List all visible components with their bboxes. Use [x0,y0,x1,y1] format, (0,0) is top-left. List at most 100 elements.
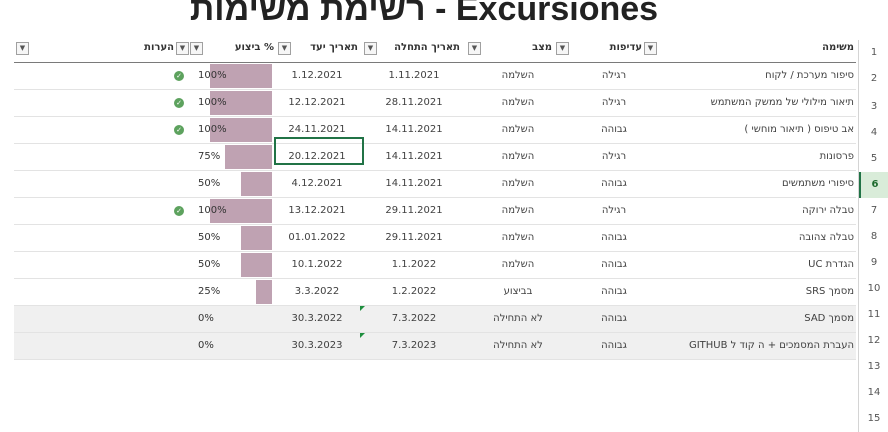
percent-value[interactable]: 0% [198,333,214,359]
task-cell[interactable]: סיפורי משתמשים [660,171,854,197]
status-cell[interactable]: השלמה [468,117,568,143]
start-date-cell[interactable]: 14.11.2021 [360,117,468,143]
table-row[interactable]: ✓ 100% 24.11.2021 14.11.2021 השלמה גבוהה… [14,117,856,144]
priority-filter-dropdown-2[interactable]: ▼ [644,42,657,55]
notes-filter-dropdown[interactable]: ▼ [16,42,29,55]
due-date-cell[interactable]: 30.3.2023 [274,333,360,359]
due-date-cell[interactable]: 13.12.2021 [274,198,360,224]
priority-cell[interactable]: רגילה [568,90,660,116]
priority-cell[interactable]: רגילה [568,144,660,170]
percent-value[interactable]: 100% [198,117,227,143]
percent-value[interactable]: 100% [198,63,227,89]
table-row[interactable]: 75% 20.12.2021 14.11.2021 השלמה רגילה פר… [14,144,856,171]
priority-cell[interactable]: גבוהה [568,117,660,143]
task-cell[interactable]: הגדרת UC [660,252,854,278]
table-row[interactable]: 0% 30.3.2022 7.3.2022 לא התחילה גבוהה מס… [14,306,856,333]
selected-cell[interactable] [274,137,364,165]
percent-value[interactable]: 100% [198,90,227,116]
start-date-cell[interactable]: 28.11.2021 [360,90,468,116]
start-date-cell[interactable]: 29.11.2021 [360,225,468,251]
status-filter-dropdown[interactable]: ▼ [468,42,481,55]
status-cell[interactable]: בביצוע [468,279,568,305]
percent-value[interactable]: 75% [198,144,220,170]
task-cell[interactable]: אב טיפוס ( תיאור מוחשי ) [660,117,854,143]
percent-value[interactable]: 25% [198,279,220,305]
start-date-cell[interactable]: 7.3.2023 [360,333,468,359]
row-number[interactable]: 12 [859,328,888,354]
row-number[interactable]: 2 [859,66,888,94]
row-number[interactable]: 10 [859,276,888,302]
table-row[interactable]: 25% 3.3.2022 1.2.2022 בביצוע גבוהה מסמך … [14,279,856,306]
start-date-cell[interactable]: 7.3.2022 [360,306,468,332]
row-number[interactable]: 15 [859,406,888,432]
priority-cell[interactable]: גבוהה [568,306,660,332]
status-cell[interactable]: לא התחילה [468,306,568,332]
due-filter-dropdown[interactable]: ▼ [278,42,291,55]
start-date-cell[interactable]: 29.11.2021 [360,198,468,224]
due-date-cell[interactable]: 30.3.2022 [274,306,360,332]
task-cell[interactable]: טבלה ירוקה [660,198,854,224]
percent-value[interactable]: 100% [198,198,227,224]
task-cell[interactable]: מסמך SRS [660,279,854,305]
task-cell[interactable]: סיפור מערכת / לקוח [660,63,854,89]
table-body: ✓ 100% 1.12.2021 1.11.2021 השלמה רגילה ס… [14,63,856,360]
row-number[interactable]: 4 [859,120,888,146]
due-date-cell[interactable]: 10.1.2022 [274,252,360,278]
status-cell[interactable]: השלמה [468,171,568,197]
table-row[interactable]: ✓ 100% 13.12.2021 29.11.2021 השלמה רגילה… [14,198,856,225]
due-date-cell[interactable]: 12.12.2021 [274,90,360,116]
status-cell[interactable]: השלמה [468,144,568,170]
row-number[interactable]: 5 [859,146,888,172]
priority-cell[interactable]: גבוהה [568,252,660,278]
row-number[interactable]: 8 [859,224,888,250]
status-cell[interactable]: השלמה [468,225,568,251]
status-cell[interactable]: השלמה [468,198,568,224]
start-date-cell[interactable]: 14.11.2021 [360,144,468,170]
status-cell[interactable]: לא התחילה [468,333,568,359]
table-row[interactable]: 50% 10.1.2022 1.1.2022 השלמה גבוהה הגדרת… [14,252,856,279]
task-cell[interactable]: תיאור מילולי של ממשק המשתמש [660,90,854,116]
row-number[interactable]: 3 [859,94,888,120]
task-cell[interactable]: טבלה צהובה [660,225,854,251]
row-number[interactable]: 13 [859,354,888,380]
row-number[interactable]: 11 [859,302,888,328]
table-row[interactable]: 0% 30.3.2023 7.3.2023 לא התחילה גבוהה הע… [14,333,856,360]
notes-filter-dropdown-2[interactable]: ▼ [176,42,189,55]
table-row[interactable]: ✓ 100% 1.12.2021 1.11.2021 השלמה רגילה ס… [14,63,856,90]
status-cell[interactable]: השלמה [468,252,568,278]
priority-filter-dropdown[interactable]: ▼ [556,42,569,55]
task-cell[interactable]: מסמך SAD [660,306,854,332]
priority-cell[interactable]: גבוהה [568,279,660,305]
table-row[interactable]: ✓ 100% 12.12.2021 28.11.2021 השלמה רגילה… [14,90,856,117]
percent-value[interactable]: 50% [198,252,220,278]
priority-cell[interactable]: רגילה [568,63,660,89]
row-number[interactable]: 14 [859,380,888,406]
task-cell[interactable]: העברת המסמכים + ה קוד ל GITHUB [660,333,854,359]
priority-cell[interactable]: גבוהה [568,333,660,359]
start-date-cell[interactable]: 14.11.2021 [360,171,468,197]
due-date-cell[interactable]: 01.01.2022 [274,225,360,251]
due-date-cell[interactable]: 4.12.2021 [274,171,360,197]
start-filter-dropdown[interactable]: ▼ [364,42,377,55]
priority-cell[interactable]: רגילה [568,198,660,224]
percent-value[interactable]: 0% [198,306,214,332]
percent-value[interactable]: 50% [198,171,220,197]
status-cell[interactable]: השלמה [468,90,568,116]
status-cell[interactable]: השלמה [468,63,568,89]
table-row[interactable]: 50% 4.12.2021 14.11.2021 השלמה גבוהה סיפ… [14,171,856,198]
percent-value[interactable]: 50% [198,225,220,251]
due-date-cell[interactable]: 3.3.2022 [274,279,360,305]
table-row[interactable]: 50% 01.01.2022 29.11.2021 השלמה גבוהה טב… [14,225,856,252]
percent-filter-dropdown[interactable]: ▼ [190,42,203,55]
row-number[interactable]: 7 [859,198,888,224]
priority-cell[interactable]: גבוהה [568,225,660,251]
priority-cell[interactable]: גבוהה [568,171,660,197]
start-date-cell[interactable]: 1.1.2022 [360,252,468,278]
row-number[interactable]: 6 [859,172,888,198]
due-date-cell[interactable]: 1.12.2021 [274,63,360,89]
row-number[interactable]: 9 [859,250,888,276]
row-number[interactable]: 1 [859,40,888,66]
start-date-cell[interactable]: 1.11.2021 [360,63,468,89]
task-cell[interactable]: פרסונות [660,144,854,170]
start-date-cell[interactable]: 1.2.2022 [360,279,468,305]
